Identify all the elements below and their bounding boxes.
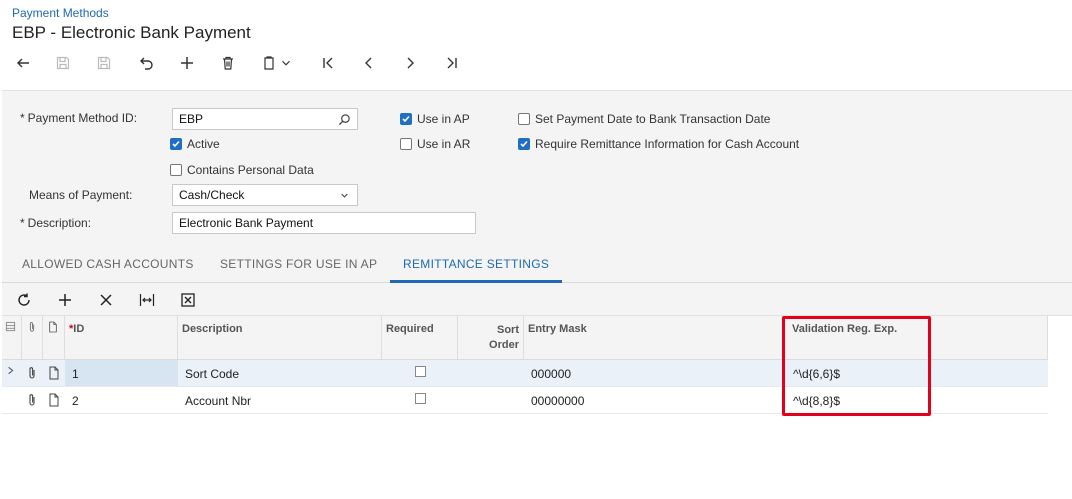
cell-entry-mask[interactable]: 000000 [524,360,785,386]
column-header-required[interactable]: Required [382,316,458,360]
close-icon [100,294,112,306]
paperclip-icon [29,322,35,332]
description-input[interactable]: Electronic Bank Payment [172,212,476,234]
tab-allowed-cash-accounts[interactable]: ALLOWED CASH ACCOUNTS [22,257,194,271]
active-checkbox[interactable]: Active [170,137,220,151]
search-icon[interactable] [338,113,351,126]
attachments-header [22,316,43,360]
refresh-icon [18,293,30,306]
cell-validation-reg-exp[interactable]: ^\d{6,6}$ [785,360,1048,386]
plus-icon [181,57,193,69]
cell-description[interactable]: Sort Code [178,360,382,386]
delete-row-button[interactable] [96,290,116,310]
last-record-button[interactable] [439,50,465,76]
column-header-entry-mask[interactable]: Entry Mask [524,316,785,360]
delete-button[interactable] [215,50,241,76]
add-button[interactable] [174,50,200,76]
note-icon[interactable] [48,366,60,380]
cell-id[interactable]: 2 [65,387,178,413]
back-arrow-icon [17,58,29,68]
save-close-icon [56,56,70,70]
require-remittance-checkbox[interactable]: Require Remittance Information for Cash … [518,137,799,151]
use-in-ap-checkbox[interactable]: Use in AP [400,112,470,126]
main-toolbar [0,50,500,76]
paperclip-icon[interactable] [26,366,38,380]
chevron-left-icon [365,57,372,69]
means-of-payment-select[interactable]: Cash/Check [172,184,358,206]
first-record-button[interactable] [315,50,341,76]
note-icon[interactable] [48,393,60,407]
cell-description[interactable]: Account Nbr [178,387,382,413]
refresh-button[interactable] [14,290,34,310]
table-row[interactable]: 1 Sort Code 000000 ^\d{6,6}$ [2,360,1048,387]
checkbox-checked-icon [400,113,412,125]
contains-personal-data-checkbox[interactable]: Contains Personal Data [170,163,314,177]
remittance-settings-grid: *ID Description Required Sort Order Entry… [2,316,1072,499]
next-record-button[interactable] [397,50,423,76]
cell-id[interactable]: 1 [65,360,178,386]
undo-button[interactable] [133,50,159,76]
add-row-button[interactable] [55,290,75,310]
cell-validation-reg-exp[interactable]: ^\d{8,8}$ [785,387,1048,413]
column-header-sort-order[interactable]: Sort Order [458,316,524,360]
use-in-ar-checkbox[interactable]: Use in AR [400,137,470,151]
undo-icon [140,57,153,70]
grid-header: *ID Description Required Sort Order Entry… [2,316,1048,360]
notes-header [43,316,65,360]
back-button[interactable] [10,50,36,76]
column-header-description[interactable]: Description [178,316,382,360]
means-of-payment-label: Means of Payment: [29,188,133,202]
excel-icon [181,293,195,307]
row-selector-icon [4,360,22,386]
note-icon [49,321,57,333]
row-actions-icon [5,321,16,332]
column-header-validation-reg-exp[interactable]: Validation Reg. Exp. [785,316,1048,360]
column-header-id[interactable]: *ID [65,316,178,360]
files-notes-header[interactable] [2,316,22,360]
payment-method-id-input[interactable]: EBP [172,108,358,130]
fit-to-screen-button[interactable] [137,290,157,310]
breadcrumb[interactable]: Payment Methods [12,6,109,20]
table-row[interactable]: 2 Account Nbr 00000000 ^\d{8,8}$ [2,387,1048,414]
grid-toolbar [2,283,1072,316]
checkbox-checked-icon [170,138,182,150]
cell-entry-mask[interactable]: 00000000 [524,387,785,413]
clipboard-dropdown-button[interactable] [279,50,293,76]
trash-icon [223,56,233,70]
tab-bar: ALLOWED CASH ACCOUNTS SETTINGS FOR USE I… [2,246,1072,283]
payment-method-id-label: * Payment Method ID: [20,111,138,125]
previous-record-button[interactable] [356,50,382,76]
last-record-icon [447,57,457,69]
tab-settings-for-use-in-ap[interactable]: SETTINGS FOR USE IN AP [220,257,377,271]
set-payment-date-checkbox[interactable]: Set Payment Date to Bank Transaction Dat… [518,112,770,126]
checkbox-unchecked-icon [170,164,182,176]
cell-required-checkbox[interactable] [415,366,426,377]
chevron-down-icon [341,193,348,198]
chevron-right-icon [407,57,414,69]
page-title: EBP - Electronic Bank Payment [12,23,251,42]
checkbox-checked-icon [518,138,530,150]
save-icon [97,56,111,70]
export-excel-button[interactable] [178,290,198,310]
cell-required-checkbox[interactable] [415,393,426,404]
plus-icon [59,294,71,306]
save-button[interactable] [91,50,117,76]
save-close-button[interactable] [50,50,76,76]
description-label: * Description: [20,216,92,230]
checkbox-unchecked-icon [518,113,530,125]
first-record-icon [323,57,333,69]
paperclip-icon[interactable] [26,393,38,407]
tab-remittance-settings[interactable]: REMITTANCE SETTINGS [403,257,549,271]
fit-columns-icon [139,294,155,306]
chevron-down-icon [282,60,290,66]
clipboard-icon [264,56,274,70]
checkbox-unchecked-icon [400,138,412,150]
